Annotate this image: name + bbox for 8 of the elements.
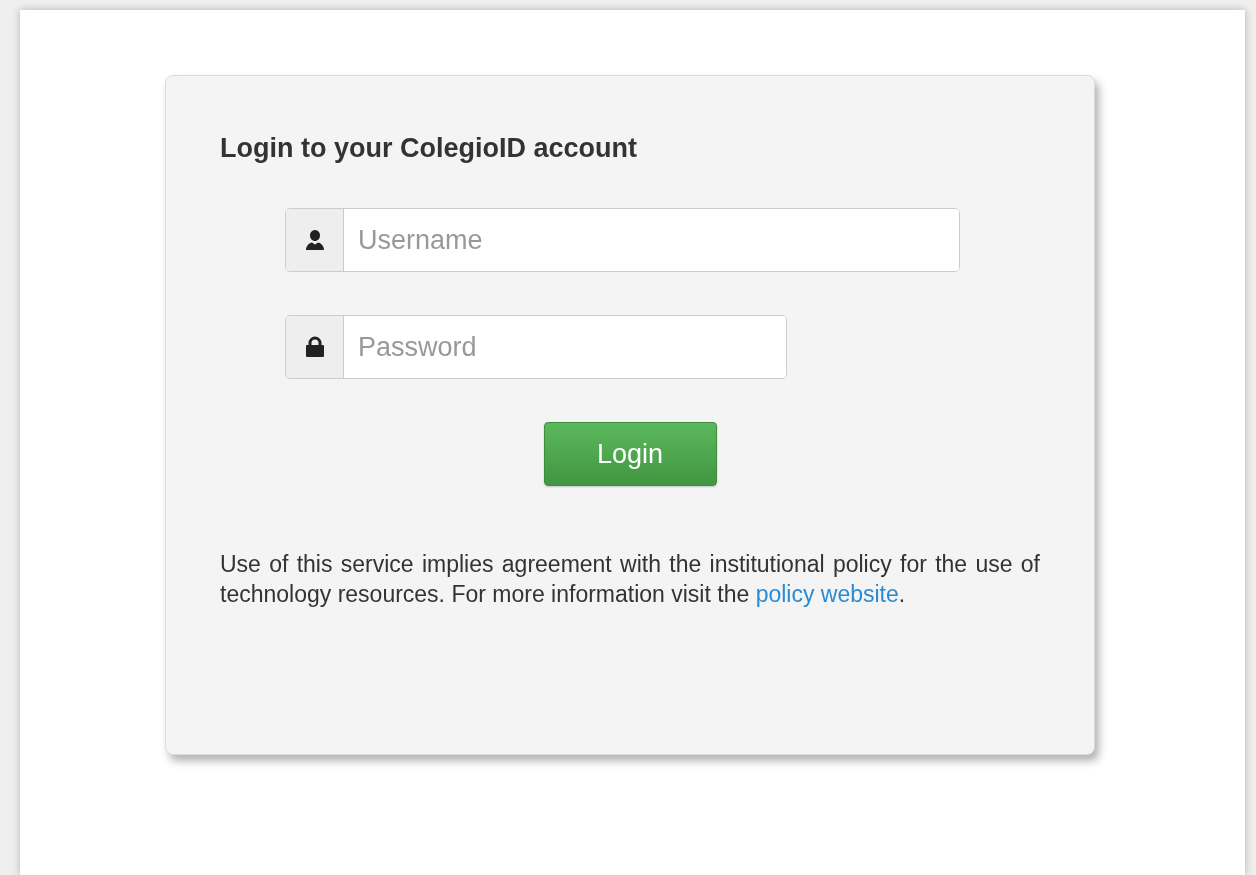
policy-link[interactable]: policy website	[755, 581, 899, 607]
input-field[interactable]: Username	[285, 208, 960, 272]
person-icon	[303, 229, 326, 251]
policy-notice: Use of this service implies agreement with the institutional policy for the use of technology resources. For more information visit the policy website.	[220, 550, 1040, 609]
login-button[interactable]: Login	[543, 422, 717, 486]
input-field[interactable]: Password	[285, 315, 787, 379]
card-title: Login to your ColegioID account	[220, 132, 638, 164]
lock-icon	[304, 336, 325, 358]
